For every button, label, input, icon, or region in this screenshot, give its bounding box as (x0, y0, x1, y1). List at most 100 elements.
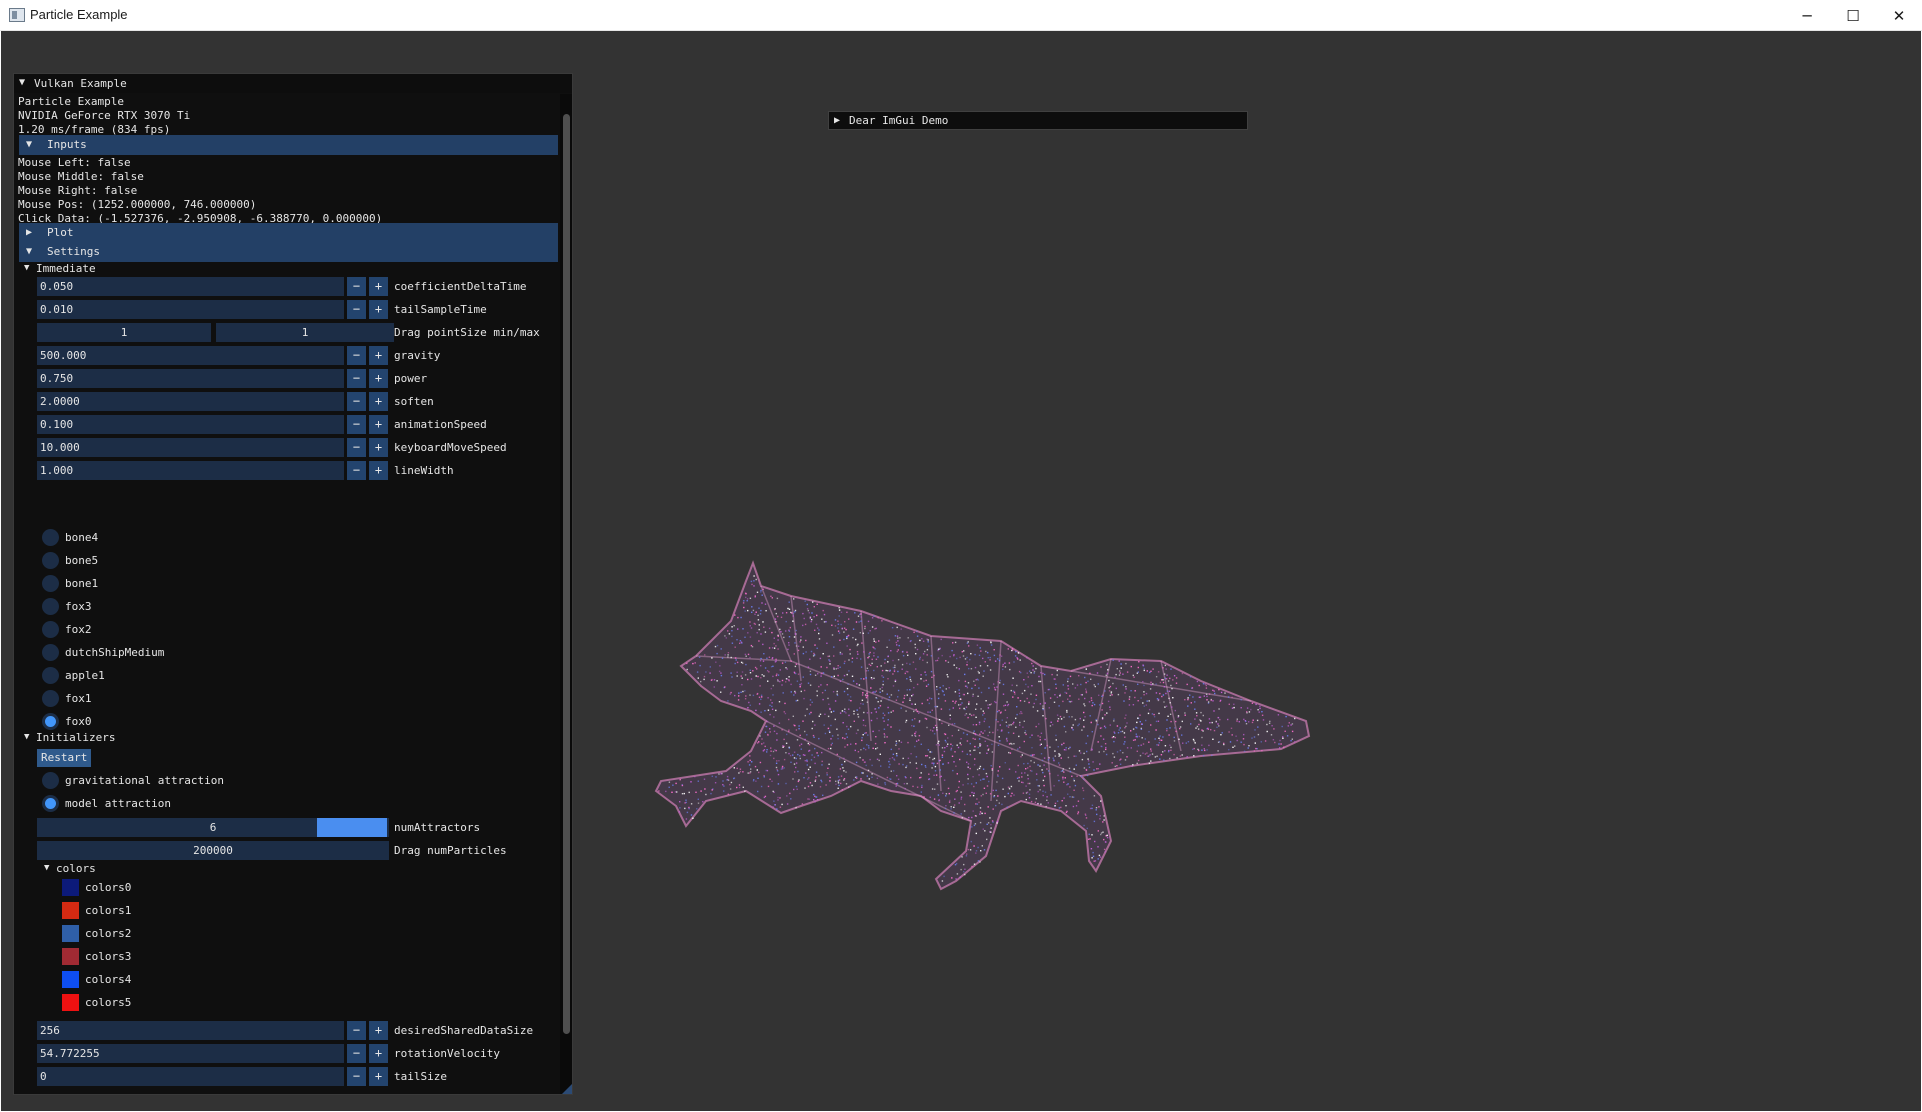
maximize-button[interactable]: ☐ (1830, 0, 1876, 31)
particle (826, 772, 828, 774)
increment-button[interactable]: + (369, 1044, 388, 1063)
particle (1018, 735, 1020, 738)
inputs-header[interactable]: ▼ Inputs (19, 135, 558, 155)
restart-button[interactable]: Restart (37, 749, 92, 767)
vulkan-example-panel[interactable]: ▼ Vulkan Example Particle Example NVIDIA … (13, 73, 573, 1095)
decrement-button[interactable]: − (347, 461, 366, 480)
slider-grab-handle[interactable] (317, 818, 387, 837)
model-radio-apple1[interactable] (42, 667, 59, 684)
lineWidth-input[interactable]: 1.000 (37, 461, 344, 480)
color-swatch[interactable] (62, 971, 79, 988)
color-swatch[interactable] (62, 902, 79, 919)
increment-button[interactable]: + (369, 392, 388, 411)
settings-header[interactable]: ▼ Settings (19, 242, 558, 262)
decrement-button[interactable]: − (347, 1044, 366, 1063)
decrement-button[interactable]: − (347, 346, 366, 365)
increment-button[interactable]: + (369, 369, 388, 388)
particle (889, 763, 891, 766)
particle (927, 641, 929, 643)
color-swatch[interactable] (62, 948, 79, 965)
particle (820, 675, 822, 677)
model-radio-fox3[interactable] (42, 598, 59, 615)
colors-tree-node[interactable]: ▼ colors (44, 860, 244, 877)
scrollbar-thumb[interactable] (563, 114, 570, 1034)
num-particles-drag[interactable]: 200000 (37, 841, 389, 860)
increment-button[interactable]: + (369, 277, 388, 296)
decrement-button[interactable]: − (347, 300, 366, 319)
pointsize-min-drag[interactable]: 1 (37, 323, 211, 342)
particle (850, 700, 852, 702)
increment-button[interactable]: + (369, 1021, 388, 1040)
particle (1028, 793, 1031, 795)
model-radio-bone5[interactable] (42, 552, 59, 569)
render-viewport[interactable]: ▶ Dear ImGui Demo ▼ Vulkan Example Parti… (1, 31, 1921, 1111)
particle (734, 657, 737, 659)
decrement-button[interactable]: − (347, 277, 366, 296)
collapse-arrow-icon[interactable]: ▼ (44, 860, 49, 877)
immediate-tree-node[interactable]: ▼ Immediate (24, 260, 224, 277)
collapse-arrow-icon[interactable]: ▼ (26, 242, 32, 262)
keyboardMoveSpeed-input[interactable]: 10.000 (37, 438, 344, 457)
panel-title-bar[interactable]: ▼ Vulkan Example (14, 74, 572, 93)
increment-button[interactable]: + (369, 461, 388, 480)
model-radio-fox2[interactable] (42, 621, 59, 638)
particle (873, 677, 875, 679)
particle (1017, 764, 1019, 767)
coefficientDeltaTime-input[interactable]: 0.050 (37, 277, 344, 296)
increment-button[interactable]: + (369, 415, 388, 434)
rotationVelocity-input[interactable]: 54.772255 (37, 1044, 344, 1063)
decrement-button[interactable]: − (347, 1021, 366, 1040)
model-radio-bone1[interactable] (42, 575, 59, 592)
particle (776, 808, 778, 810)
particle (1008, 743, 1011, 745)
increment-button[interactable]: + (369, 1067, 388, 1086)
color-swatch[interactable] (62, 925, 79, 942)
collapse-arrow-icon[interactable]: ▼ (24, 260, 29, 277)
imgui-demo-window[interactable]: ▶ Dear ImGui Demo (828, 111, 1248, 130)
collapse-arrow-icon[interactable]: ▼ (26, 135, 32, 155)
color-swatch[interactable] (62, 994, 79, 1011)
initializers-tree-node[interactable]: ▼ Initializers (24, 729, 224, 746)
particle (1013, 691, 1016, 693)
model-radio-dutchShipMedium[interactable] (42, 644, 59, 661)
tailSampleTime-input[interactable]: 0.010 (37, 300, 344, 319)
collapse-arrow-icon[interactable]: ▼ (24, 729, 29, 746)
particle (950, 747, 953, 750)
decrement-button[interactable]: − (347, 369, 366, 388)
decrement-button[interactable]: − (347, 438, 366, 457)
minimize-button[interactable]: ─ (1784, 0, 1830, 31)
decrement-button[interactable]: − (347, 415, 366, 434)
particle (861, 699, 864, 701)
collapse-arrow-icon[interactable]: ▶ (834, 112, 840, 129)
increment-button[interactable]: + (369, 300, 388, 319)
animationSpeed-input[interactable]: 0.100 (37, 415, 344, 434)
plot-header[interactable]: ▶ Plot (19, 223, 558, 243)
model-radio-bone4[interactable] (42, 529, 59, 546)
particle (1097, 830, 1099, 832)
expand-arrow-icon[interactable]: ▶ (26, 223, 32, 243)
tailSize-input[interactable]: 0 (37, 1067, 344, 1086)
model-radio-fox0[interactable] (42, 713, 59, 730)
desiredSharedDataSize-input[interactable]: 256 (37, 1021, 344, 1040)
decrement-button[interactable]: − (347, 1067, 366, 1086)
decrement-button[interactable]: − (347, 392, 366, 411)
resize-grip-icon[interactable] (562, 1082, 572, 1094)
power-input[interactable]: 0.750 (37, 369, 344, 388)
attraction-mode-radio[interactable] (42, 772, 59, 789)
panel-scrollbar[interactable] (560, 94, 572, 1094)
collapse-arrow-icon[interactable]: ▼ (19, 77, 25, 88)
color-swatch[interactable] (62, 879, 79, 896)
gravity-input[interactable]: 500.000 (37, 346, 344, 365)
soften-input[interactable]: 2.0000 (37, 392, 344, 411)
particle (925, 674, 927, 676)
particle (964, 803, 966, 806)
attraction-mode-radio[interactable] (42, 795, 59, 812)
increment-button[interactable]: + (369, 438, 388, 457)
particle (1269, 720, 1271, 723)
close-button[interactable]: ✕ (1876, 0, 1922, 31)
model-radio-fox1[interactable] (42, 690, 59, 707)
pointsize-max-drag[interactable]: 1 (216, 323, 394, 342)
particle (843, 638, 845, 641)
increment-button[interactable]: + (369, 346, 388, 365)
particle (808, 798, 811, 800)
